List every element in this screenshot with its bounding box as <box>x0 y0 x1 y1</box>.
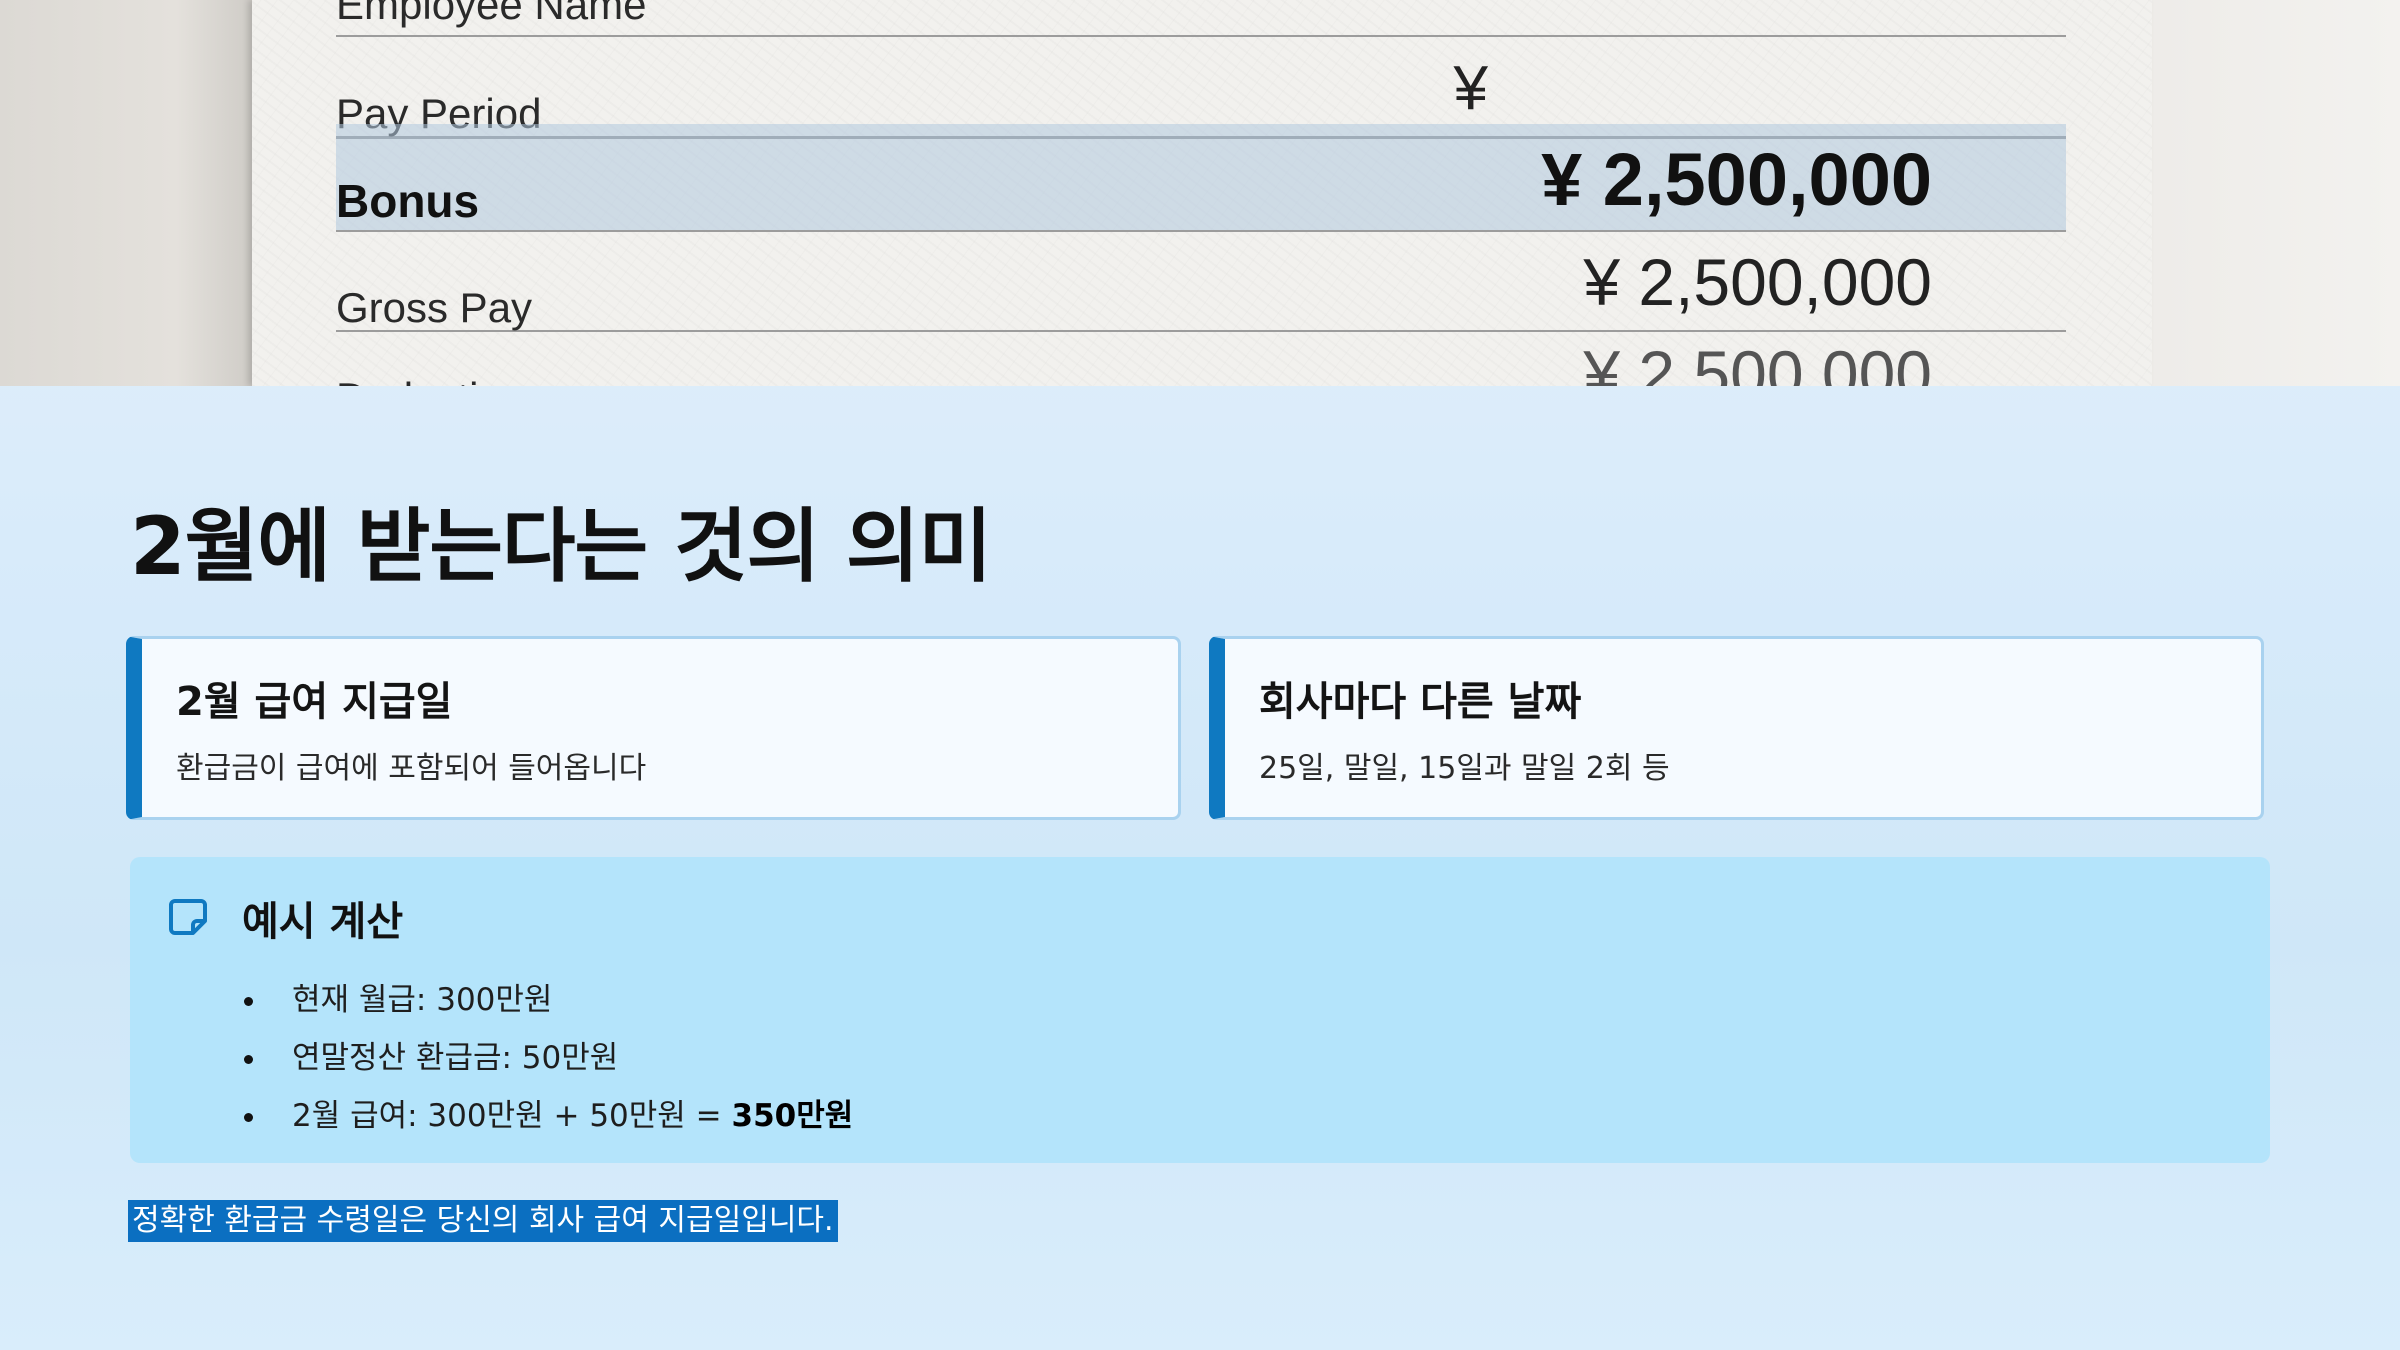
info-card-company-dates: 회사마다 다른 날짜 25일, 말일, 15일과 말일 2회 등 <box>1209 636 2264 820</box>
list-item: 2월 급여: 300만원 + 50만원 = 350만원 <box>242 1087 853 1145</box>
result-value: 350만원 <box>731 1098 854 1134</box>
payslip-value: ¥ 2,500,000 <box>1583 245 1932 319</box>
example-calculation-box: 예시 계산 현재 월급: 300만원 연말정산 환급금: 50만원 2월 급여:… <box>130 857 2270 1163</box>
card-description: 25일, 말일, 15일과 말일 2회 등 <box>1259 751 1670 786</box>
list-item: 연말정산 환급금: 50만원 <box>242 1029 853 1087</box>
payslip-value: ¥ 2,500,000 <box>1583 337 1932 386</box>
payslip-photo: Employee Name Pay Period ¥ Bonus ¥ 2,500… <box>0 0 2400 386</box>
selected-footnote-text[interactable]: 정확한 환급금 수령일은 당신의 회사 급여 지급일입니다. <box>128 1200 838 1242</box>
payslip-label: Employee Name <box>336 0 647 28</box>
payslip-label: Deductions <box>336 374 546 386</box>
card-description: 환급금이 급여에 포함되어 들어옵니다 <box>176 751 647 786</box>
list-item-text: 현재 월급: 300만원 <box>292 982 553 1018</box>
example-list: 현재 월급: 300만원 연말정산 환급금: 50만원 2월 급여: 300만원… <box>242 971 853 1145</box>
payslip-value: ¥ <box>1453 54 1488 123</box>
background-surface <box>0 0 252 386</box>
card-title: 2월 급여 지급일 <box>176 679 453 725</box>
payslip-row-deductions: Deductions ¥ 2,500,000 <box>336 334 2066 386</box>
list-item-text: 연말정산 환급금: 50만원 <box>292 1040 619 1076</box>
payslip-label: Gross Pay <box>336 284 533 331</box>
page-title: 2월에 받는다는 것의 의미 <box>130 500 992 593</box>
card-title: 회사마다 다른 날짜 <box>1259 679 1582 725</box>
payslip-row-employee-name: Employee Name <box>336 0 2066 37</box>
payslip-row-bonus: Bonus ¥ 2,500,000 <box>336 124 2066 232</box>
payslip-label: Bonus <box>336 175 480 227</box>
example-title: 예시 계산 <box>242 899 404 945</box>
list-item: 현재 월급: 300만원 <box>242 971 853 1029</box>
note-icon <box>169 899 207 935</box>
payslip-value: ¥ 2,500,000 <box>1541 138 1932 221</box>
payslip-row-gross-pay: Gross Pay ¥ 2,500,000 <box>336 230 2066 332</box>
info-card-payday: 2월 급여 지급일 환급금이 급여에 포함되어 들어옵니다 <box>126 636 1181 820</box>
list-item-text: 2월 급여: 300만원 + 50만원 = <box>292 1098 732 1134</box>
